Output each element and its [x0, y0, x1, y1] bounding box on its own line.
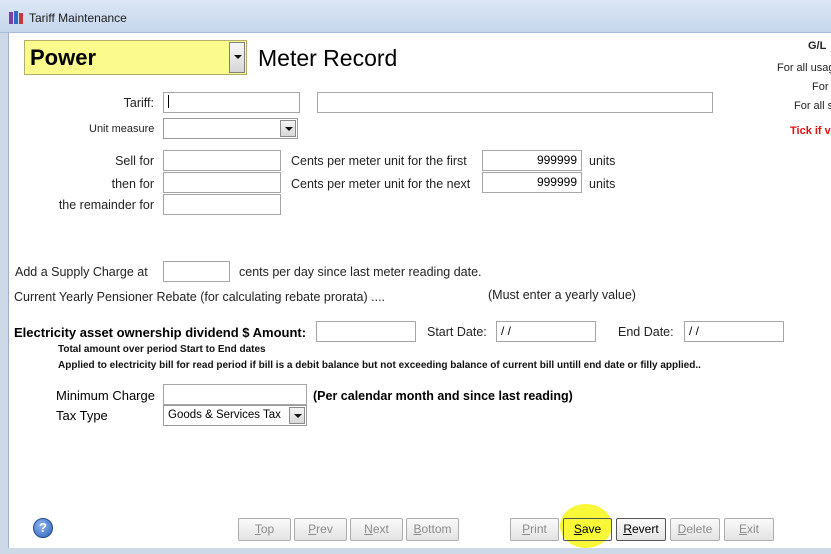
then-for-input[interactable] [163, 172, 281, 193]
end-date-label: End Date: [618, 325, 674, 339]
minimum-charge-note: (Per calendar month and since last readi… [313, 389, 573, 403]
tick-warning: Tick if v [790, 125, 831, 137]
next-units-input[interactable]: 999999 [482, 172, 582, 193]
tax-type-label: Tax Type [56, 408, 108, 423]
gl-line-2: For [812, 81, 829, 93]
text-cursor [168, 95, 169, 108]
dividend-note-1: Total amount over period Start to End da… [58, 344, 266, 355]
unit-measure-select[interactable] [163, 118, 298, 139]
remainder-for-input[interactable] [163, 194, 281, 215]
minimum-charge-input[interactable] [163, 384, 307, 405]
dividend-amount-label: Electricity asset ownership dividend $ A… [14, 325, 307, 340]
pensioner-rebate-label: Current Yearly Pensioner Rebate (for cal… [14, 290, 386, 304]
tariff-code-input[interactable] [163, 92, 300, 113]
supply-charge-input[interactable] [163, 261, 230, 282]
tariff-description-input[interactable] [317, 92, 713, 113]
gl-line-1: For all usag [777, 62, 831, 74]
sell-for-label: Sell for [115, 154, 154, 168]
window-frame-left [0, 33, 9, 554]
utility-select[interactable]: Power [24, 40, 247, 75]
title-bar: Tariff Maintenance [0, 0, 831, 33]
tax-type-value: Goods & Services Tax [168, 409, 281, 421]
first-units-input[interactable]: 999999 [482, 150, 582, 171]
help-icon[interactable]: ? [33, 518, 53, 538]
window-title: Tariff Maintenance [29, 11, 127, 25]
end-date-input[interactable]: / / [684, 321, 784, 342]
next-button[interactable]: Next [350, 518, 403, 541]
exit-button[interactable]: Exit [724, 518, 774, 541]
delete-button[interactable]: Delete [670, 518, 720, 541]
revert-button[interactable]: Revert [616, 518, 666, 541]
chevron-down-icon[interactable] [229, 42, 245, 73]
tariff-label: Tariff: [123, 96, 154, 110]
supply-charge-suffix: cents per day since last meter reading d… [239, 265, 482, 279]
start-date-input[interactable]: / / [496, 321, 596, 342]
app-icon [9, 11, 23, 24]
bottom-button[interactable]: Bottom [406, 518, 459, 541]
minimum-charge-label: Minimum Charge [56, 388, 155, 403]
prev-button[interactable]: Prev [294, 518, 347, 541]
supply-charge-label: Add a Supply Charge at [15, 265, 148, 279]
utility-select-value: Power [30, 45, 97, 70]
top-button[interactable]: Top [238, 518, 291, 541]
save-button[interactable]: Save [563, 518, 612, 541]
next-units-suffix: units [589, 177, 616, 191]
then-for-label: then for [111, 177, 154, 191]
page-title: Meter Record [258, 45, 398, 71]
first-units-label: Cents per meter unit for the first [291, 154, 467, 168]
unit-measure-label: Unit measure [89, 123, 155, 135]
gl-heading: G/L [808, 40, 827, 52]
dividend-note-2: Applied to electricity bill for read per… [58, 360, 701, 371]
pensioner-rebate-note: (Must enter a yearly value) [488, 288, 636, 302]
print-button[interactable]: Print [510, 518, 559, 541]
window-frame-bottom [0, 548, 831, 554]
chevron-down-icon[interactable] [280, 120, 296, 137]
gl-line-3: For all s [794, 100, 831, 112]
next-units-label: Cents per meter unit for the next [291, 177, 471, 191]
first-units-suffix: units [589, 154, 616, 168]
chevron-down-icon[interactable] [289, 407, 305, 424]
start-date-label: Start Date: [427, 325, 487, 339]
sell-for-input[interactable] [163, 150, 281, 171]
dividend-amount-input[interactable] [316, 321, 416, 342]
tax-type-select[interactable]: Goods & Services Tax [163, 405, 307, 426]
remainder-for-label: the remainder for [58, 198, 154, 212]
